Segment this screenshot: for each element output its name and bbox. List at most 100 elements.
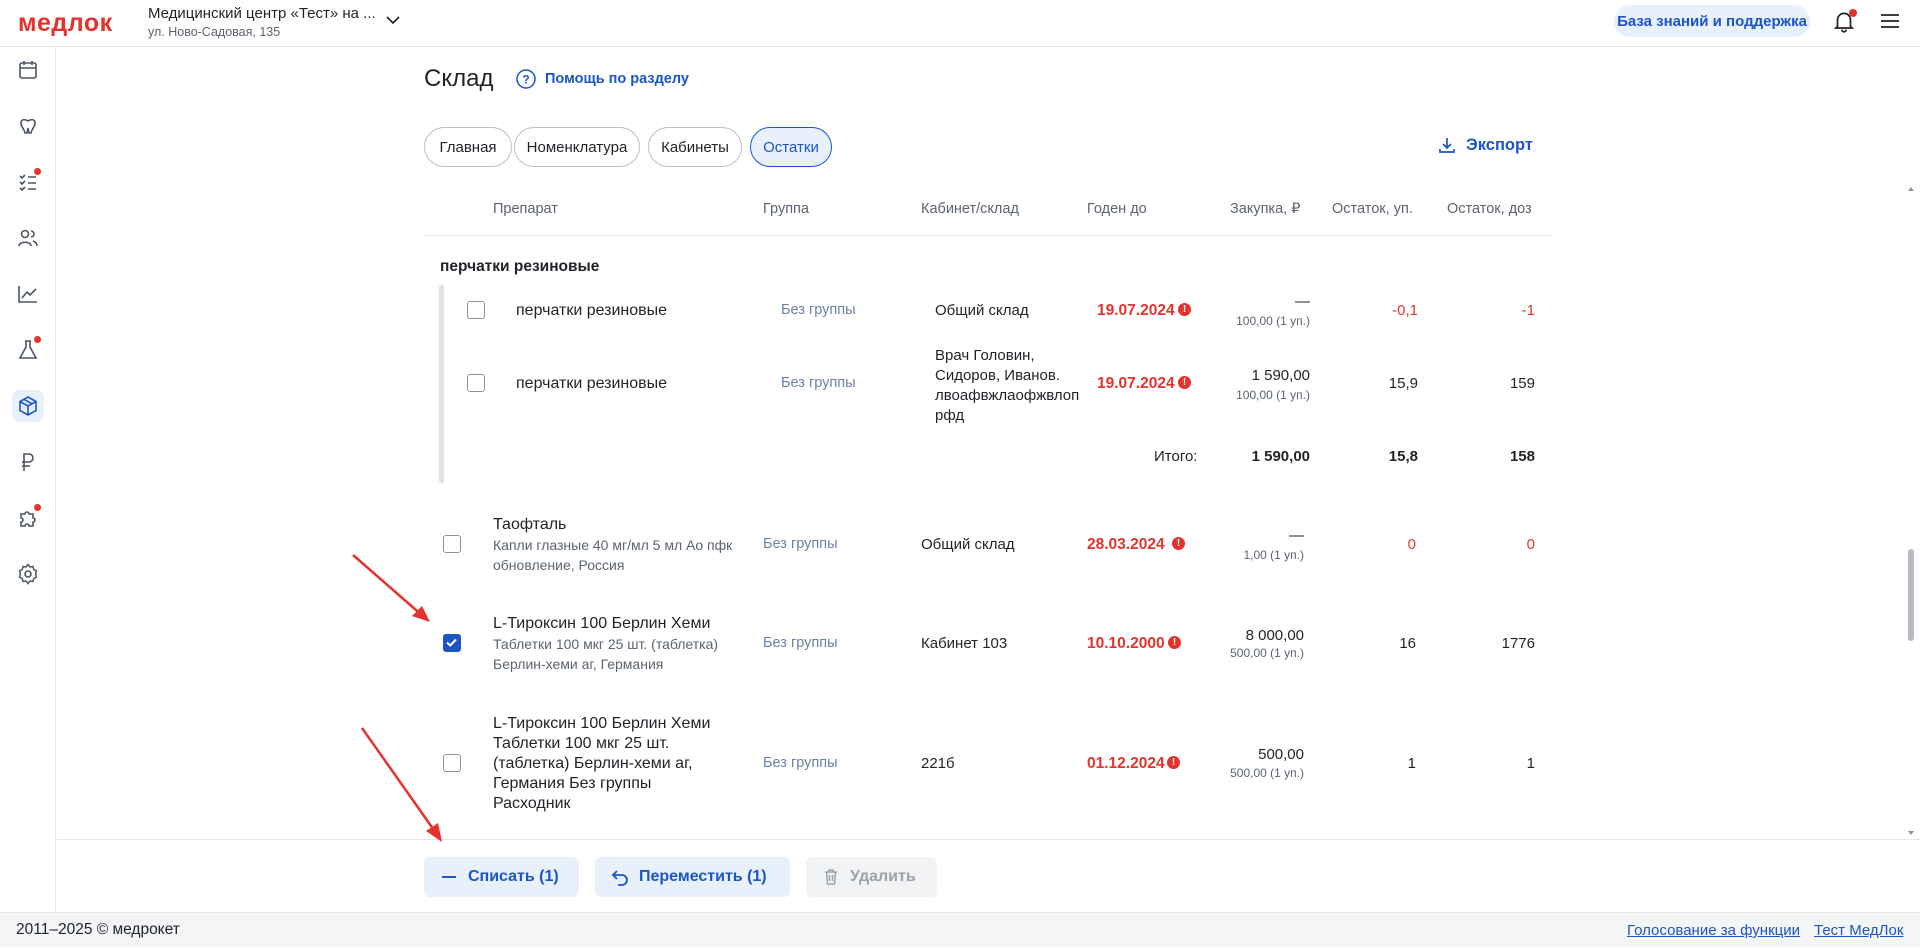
stock-units: 1 [1407, 755, 1416, 772]
ruble-icon[interactable] [12, 446, 44, 478]
tab-cabinets[interactable]: Кабинеты [648, 127, 742, 167]
analytics-icon[interactable] [12, 278, 44, 310]
col-header-expiry[interactable]: Годен до [1087, 201, 1147, 217]
export-button[interactable]: Экспорт [1437, 135, 1533, 155]
warning-icon: ! [1172, 537, 1185, 550]
tasks-icon[interactable] [12, 166, 44, 198]
calendar-icon[interactable] [12, 54, 44, 86]
annotation-arrow-icon [352, 554, 430, 622]
delete-label: Удалить [850, 868, 916, 885]
undo-arrow-icon [611, 870, 628, 886]
stock-doses: 159 [1509, 375, 1535, 392]
name-line: (таблетка) Берлин-хеми аг, [493, 755, 693, 772]
col-header-location[interactable]: Кабинет/склад [921, 201, 1019, 217]
scrollbar-track[interactable] [1907, 186, 1915, 836]
page-title: Склад [424, 65, 494, 92]
purchase-price: 8 000,00 [1245, 627, 1304, 644]
test-link[interactable]: Тест МедЛок [1814, 922, 1903, 939]
drug-group: Без группы [781, 375, 856, 391]
purchase-unit: 100,00 (1 уп.) [1236, 314, 1310, 328]
stock-doses: 0 [1526, 536, 1535, 553]
total-label: Итого: [1154, 448, 1198, 465]
stock-doses: -1 [1521, 302, 1535, 319]
stock-doses: 1 [1526, 755, 1535, 772]
move-button[interactable]: Переместить (1) [595, 857, 790, 897]
top-bar: медлок Медицинский центр «Тест» на ... у… [0, 0, 1920, 47]
row-checkbox[interactable] [443, 535, 461, 553]
row-checkbox[interactable] [467, 374, 485, 392]
row-checkbox[interactable] [443, 754, 461, 772]
tab-nomenclature[interactable]: Номенклатура [514, 127, 640, 167]
patients-icon[interactable] [12, 222, 44, 254]
puzzle-icon[interactable] [12, 502, 44, 534]
purchase-price: — [1289, 527, 1304, 544]
stock-units: 15,9 [1388, 375, 1418, 392]
purchase-unit: 1,00 (1 уп.) [1243, 548, 1304, 562]
warning-icon: ! [1178, 303, 1191, 316]
description-line: Берлин-хеми аг, Германия [493, 656, 664, 672]
stock-units: 16 [1399, 635, 1416, 652]
vote-link[interactable]: Голосование за функции [1627, 922, 1800, 939]
help-link[interactable]: Помощь по разделу [545, 71, 689, 87]
description-line: Таблетки 100 мкг 25 шт. (таблетка) [493, 636, 719, 652]
download-icon [1439, 138, 1455, 153]
svg-text:?: ? [522, 73, 529, 87]
drug-location: Кабинет 103 [921, 635, 1008, 652]
annotation-arrow-icon [360, 727, 442, 842]
drug-description: Капли глазные 40 мг/мл 5 мл Ао пфк обнов… [493, 535, 732, 575]
delete-button[interactable]: Удалить [806, 857, 937, 897]
knowledge-base-button[interactable]: База знаний и поддержка [1614, 5, 1810, 37]
location-line: лвоафвжлаофжвлоп [935, 387, 1080, 404]
total-purchase: 1 590,00 [1251, 448, 1310, 465]
group-indicator [439, 285, 444, 483]
stock-units: 0 [1407, 536, 1416, 553]
notification-dot [1849, 9, 1857, 17]
row-checkbox[interactable] [467, 301, 485, 319]
chevron-down-icon[interactable] [385, 12, 401, 28]
purchase-unit: 100,00 (1 уп.) [1236, 388, 1310, 402]
drug-group: Без группы [781, 302, 856, 318]
col-header-purchase[interactable]: Закупка, ₽ [1230, 201, 1300, 217]
drug-location: Врач Головин, Сидоров, Иванов. лвоафвжла… [935, 346, 1079, 426]
integrations-badge [34, 504, 41, 511]
col-header-stock-doses[interactable]: Остаток, доз [1447, 201, 1532, 217]
total-stock-units: 15,8 [1388, 448, 1418, 465]
settings-gear-icon[interactable] [12, 558, 44, 590]
row-checkbox[interactable] [443, 634, 461, 652]
minus-icon [442, 876, 456, 878]
drug-name[interactable]: перчатки резиновые [516, 375, 667, 393]
drug-name[interactable]: Таофталь [493, 516, 566, 534]
lab-badge [34, 336, 41, 343]
lab-flask-icon[interactable] [12, 334, 44, 366]
expiry-date: 10.10.2000 [1087, 635, 1165, 652]
drug-group: Без группы [763, 536, 838, 552]
drug-description: Таблетки 100 мкг 25 шт. (таблетка) Берли… [493, 634, 718, 674]
clinic-address: ул. Ново-Садовая, 135 [148, 25, 281, 39]
purchase-unit: 500,00 (1 уп.) [1230, 646, 1304, 660]
drug-name[interactable]: L-Тироксин 100 Берлин Хеми [493, 615, 710, 633]
menu-icon[interactable] [1879, 10, 1901, 32]
col-header-group[interactable]: Группа [763, 201, 809, 217]
tab-main[interactable]: Главная [424, 127, 512, 167]
col-header-stock-units[interactable]: Остаток, уп. [1332, 201, 1413, 217]
clinic-selector[interactable]: Медицинский центр «Тест» на ... ул. Ново… [148, 5, 376, 39]
drug-group: Без группы [763, 635, 838, 651]
location-line: Сидоров, Иванов. [935, 367, 1060, 384]
logo[interactable]: медлок [18, 9, 113, 38]
question-circle-icon[interactable]: ? [515, 68, 537, 90]
col-header-drug[interactable]: Препарат [493, 201, 558, 217]
drug-name[interactable]: перчатки резиновые [516, 302, 667, 320]
warehouse-box-icon[interactable] [12, 390, 44, 422]
move-label: Переместить (1) [639, 868, 767, 885]
drug-name[interactable]: L-Тироксин 100 Берлин Хеми Таблетки 100 … [493, 714, 710, 814]
checkmark-icon [446, 638, 457, 647]
tooth-icon[interactable] [12, 110, 44, 142]
tab-remains[interactable]: Остатки [750, 127, 832, 167]
total-stock-doses: 158 [1509, 448, 1535, 465]
scrollbar-thumb[interactable] [1908, 549, 1914, 641]
sidebar [0, 47, 56, 937]
expiry-date: 19.07.2024 [1097, 302, 1175, 319]
export-label: Экспорт [1466, 135, 1533, 154]
write-off-button[interactable]: Списать (1) [424, 857, 579, 897]
name-line: L-Тироксин 100 Берлин Хеми [493, 715, 711, 732]
